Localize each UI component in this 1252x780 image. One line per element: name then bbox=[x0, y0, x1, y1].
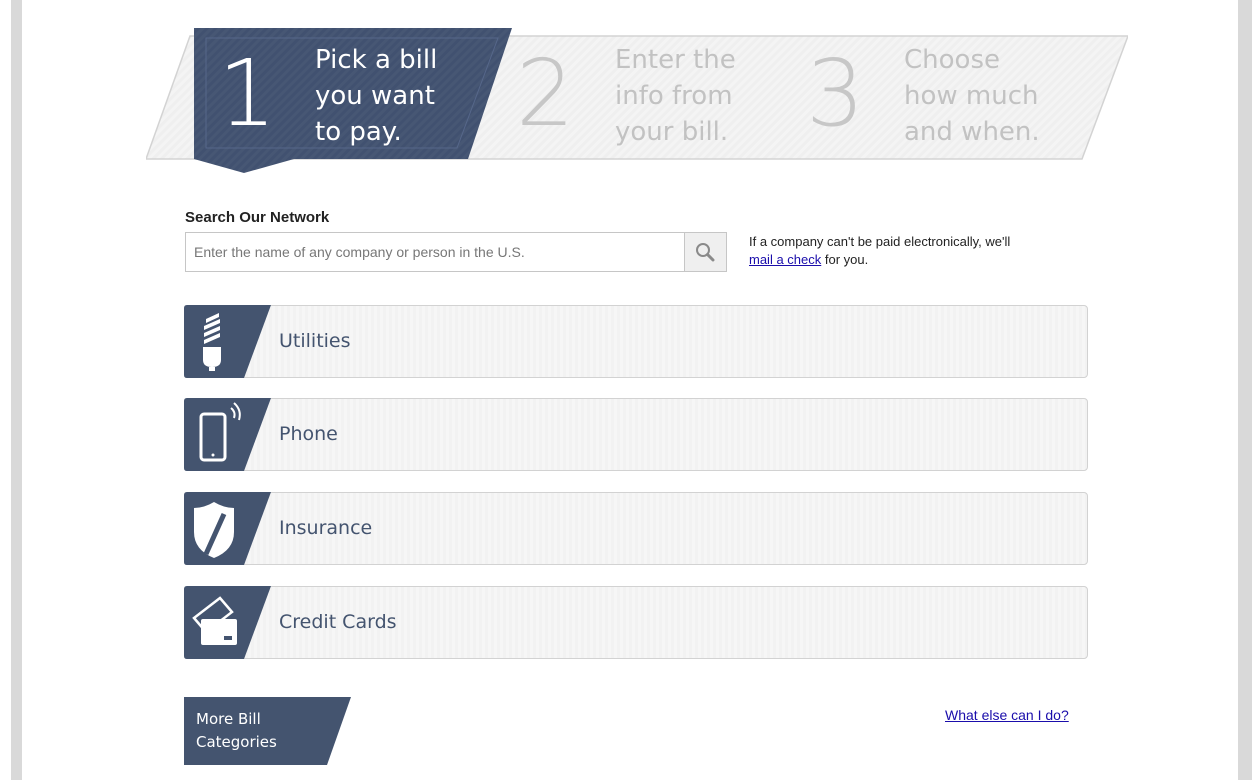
more-bill-categories-button[interactable]: More Bill Categories bbox=[184, 697, 351, 765]
search-input[interactable] bbox=[186, 233, 686, 271]
search-note-suffix: for you. bbox=[824, 252, 869, 267]
category-label: Utilities bbox=[279, 330, 351, 352]
step-1-number: 1 bbox=[218, 40, 277, 147]
magnifier-icon bbox=[696, 243, 715, 262]
more-bill-categories-label: More Bill Categories bbox=[196, 710, 277, 751]
left-gutter bbox=[0, 0, 22, 780]
category-tab bbox=[184, 586, 271, 659]
right-scrollbar-track bbox=[1238, 0, 1252, 780]
category-tab bbox=[184, 305, 271, 378]
search-heading: Search Our Network bbox=[185, 209, 330, 226]
step-2-number: 2 bbox=[516, 40, 575, 147]
search-note: If a company can't be paid electronicall… bbox=[749, 233, 1109, 269]
left-border bbox=[11, 0, 22, 780]
search-button[interactable] bbox=[684, 233, 726, 271]
step-1-text: Pick a bill you want to pay. bbox=[315, 45, 438, 147]
category-utilities[interactable]: Utilities bbox=[184, 305, 1088, 378]
step-3-text: Choose how much and when. bbox=[904, 45, 1040, 147]
step-3-number: 3 bbox=[806, 40, 865, 147]
category-tab bbox=[184, 398, 271, 471]
category-label: Credit Cards bbox=[279, 611, 397, 633]
category-label: Phone bbox=[279, 423, 338, 445]
category-insurance[interactable]: Insurance bbox=[184, 492, 1088, 565]
category-phone[interactable]: Phone bbox=[184, 398, 1088, 471]
mail-a-check-link[interactable]: mail a check bbox=[749, 252, 821, 267]
steps-banner: 1 Pick a bill you want to pay. 2 Enter t… bbox=[146, 28, 1128, 174]
step-2-text: Enter the info from your bill. bbox=[615, 45, 736, 147]
what-else-link[interactable]: What else can I do? bbox=[945, 707, 1069, 723]
search-box bbox=[185, 232, 727, 272]
search-note-prefix: If a company can't be paid electronicall… bbox=[749, 234, 1011, 249]
category-credit-cards[interactable]: Credit Cards bbox=[184, 586, 1088, 659]
category-label: Insurance bbox=[279, 517, 373, 539]
category-tab bbox=[184, 492, 271, 565]
